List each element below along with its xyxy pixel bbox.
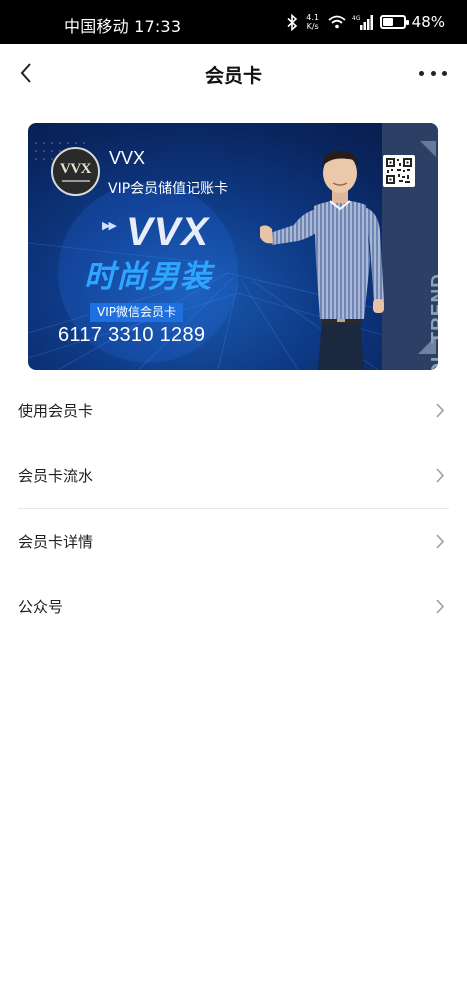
more-button[interactable] xyxy=(419,64,447,82)
model-photo xyxy=(260,151,384,370)
menu-item-use-card[interactable]: 使用会员卡 xyxy=(0,378,467,443)
bluetooth-icon xyxy=(287,13,297,31)
menu-item-label: 会员卡流水 xyxy=(18,467,94,485)
brand-logo-text: VVX xyxy=(60,161,92,177)
menu-item-official-account[interactable]: 公众号 xyxy=(0,574,467,639)
net-speed-value: 4.1 xyxy=(306,13,320,22)
brand-logo: VVX xyxy=(51,147,100,196)
chevron-right-icon xyxy=(436,599,445,614)
menu-item-label: 使用会员卡 xyxy=(18,402,94,420)
menu-item-card-transactions[interactable]: 会员卡流水 xyxy=(0,443,467,508)
more-dots-icon xyxy=(419,70,424,76)
chevron-right-icon xyxy=(436,403,445,418)
vip-badge: VIP微信会员卡 xyxy=(90,303,183,322)
battery-icon xyxy=(379,15,409,29)
status-icons: 4.1 K/s 4G 48% xyxy=(287,12,445,32)
menu-item-label: 会员卡详情 xyxy=(18,533,94,551)
stripe-corner-top xyxy=(420,141,436,157)
slogan-arrows-icon: ▶▶ xyxy=(102,219,117,232)
chevron-right-icon xyxy=(436,534,445,549)
card-type: VIP会员储值记账卡 xyxy=(108,181,229,197)
signal-4g-icon: 4G xyxy=(352,15,373,30)
carrier-time: 中国移动 17:33 xyxy=(64,17,182,36)
net-speed-unit: K/s xyxy=(306,22,319,31)
card-brand-name: VVX xyxy=(109,148,146,168)
net-speed: 4.1 K/s xyxy=(304,13,322,31)
page-title: 会员卡 xyxy=(204,65,262,87)
wifi-icon xyxy=(328,15,346,29)
slogan-cn: 时尚男装 xyxy=(84,259,212,295)
menu-item-card-details[interactable]: 会员卡详情 xyxy=(0,509,467,574)
slogan-en: VVX xyxy=(126,210,210,254)
card-side-text: COOL TREND xyxy=(428,273,438,370)
chevron-right-icon xyxy=(436,468,445,483)
member-card[interactable]: COOL TREND VVX VVX VIP会员储值记账卡 ▶▶ VVX 时尚男… xyxy=(28,123,438,370)
card-number: 6117 3310 1289 xyxy=(58,324,206,346)
svg-text:4G: 4G xyxy=(352,15,361,22)
battery-percent: 48% xyxy=(411,13,445,31)
nav-bar: 会员卡 xyxy=(0,44,467,102)
menu-item-label: 公众号 xyxy=(18,598,64,616)
status-bar: 中国移动 17:33 4.1 K/s 4G 48% xyxy=(0,0,467,44)
menu-list: 使用会员卡 会员卡流水 会员卡详情 公众号 xyxy=(0,378,467,639)
